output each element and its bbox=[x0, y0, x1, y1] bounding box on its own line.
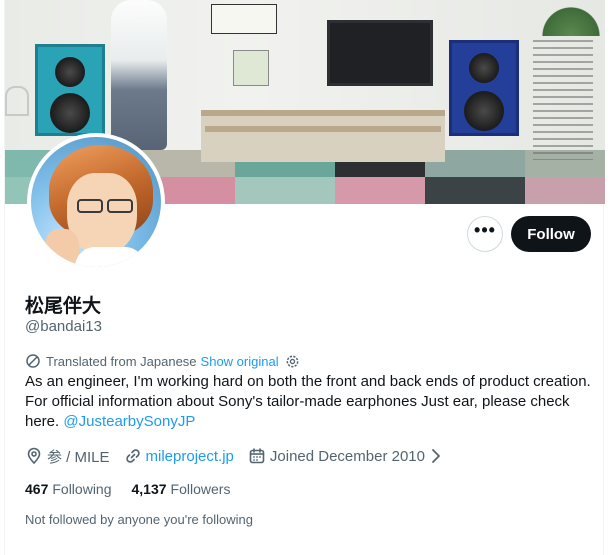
location-item: 参 / MILE bbox=[25, 446, 110, 467]
not-followed-notice: Not followed by anyone you're following bbox=[25, 512, 253, 527]
more-dots-icon: ••• bbox=[474, 220, 496, 240]
following-count-link[interactable]: 467 Following bbox=[25, 481, 112, 497]
more-options-button[interactable]: ••• bbox=[467, 216, 503, 252]
followers-count: 4,137 bbox=[131, 481, 167, 497]
translate-icon bbox=[26, 354, 40, 368]
following-count: 467 bbox=[25, 481, 49, 497]
profile-page: ••• Follow 松尾伴大 @bandai13 Translated fro… bbox=[4, 0, 605, 555]
display-name: 松尾伴大 bbox=[25, 295, 102, 317]
link-icon bbox=[125, 449, 140, 463]
show-original-link[interactable]: Show original bbox=[201, 354, 279, 369]
gear-icon[interactable] bbox=[285, 354, 300, 369]
bio-mention-link[interactable]: @JustearbySonyJP bbox=[63, 413, 195, 430]
followers-label: Followers bbox=[170, 481, 231, 497]
profile-bio: As an engineer, I'm working hard on both… bbox=[25, 372, 601, 432]
profile-meta: 参 / MILE mileproject.jp Joined December … bbox=[25, 445, 455, 467]
followers-count-link[interactable]: 4,137 Followers bbox=[132, 481, 231, 497]
translation-notice: Translated from Japanese Show original bbox=[25, 352, 305, 370]
location-text: 参 / MILE bbox=[47, 448, 110, 466]
joined-item: Joined December 2010 bbox=[248, 447, 441, 465]
website-link[interactable]: mileproject.jp bbox=[146, 448, 234, 465]
joined-text: Joined December 2010 bbox=[269, 447, 425, 465]
chevron-right-icon[interactable] bbox=[431, 448, 441, 464]
website-item: mileproject.jp bbox=[124, 447, 234, 465]
following-label: Following bbox=[52, 481, 112, 497]
translated-label: Translated from Japanese bbox=[46, 353, 197, 369]
follow-button[interactable]: Follow bbox=[511, 216, 591, 252]
calendar-icon bbox=[249, 448, 265, 464]
follow-counts: 467 Following 4,137 Followers bbox=[25, 481, 250, 497]
location-pin-icon bbox=[27, 447, 41, 465]
profile-avatar[interactable] bbox=[27, 133, 165, 271]
user-handle: @bandai13 bbox=[25, 318, 102, 335]
